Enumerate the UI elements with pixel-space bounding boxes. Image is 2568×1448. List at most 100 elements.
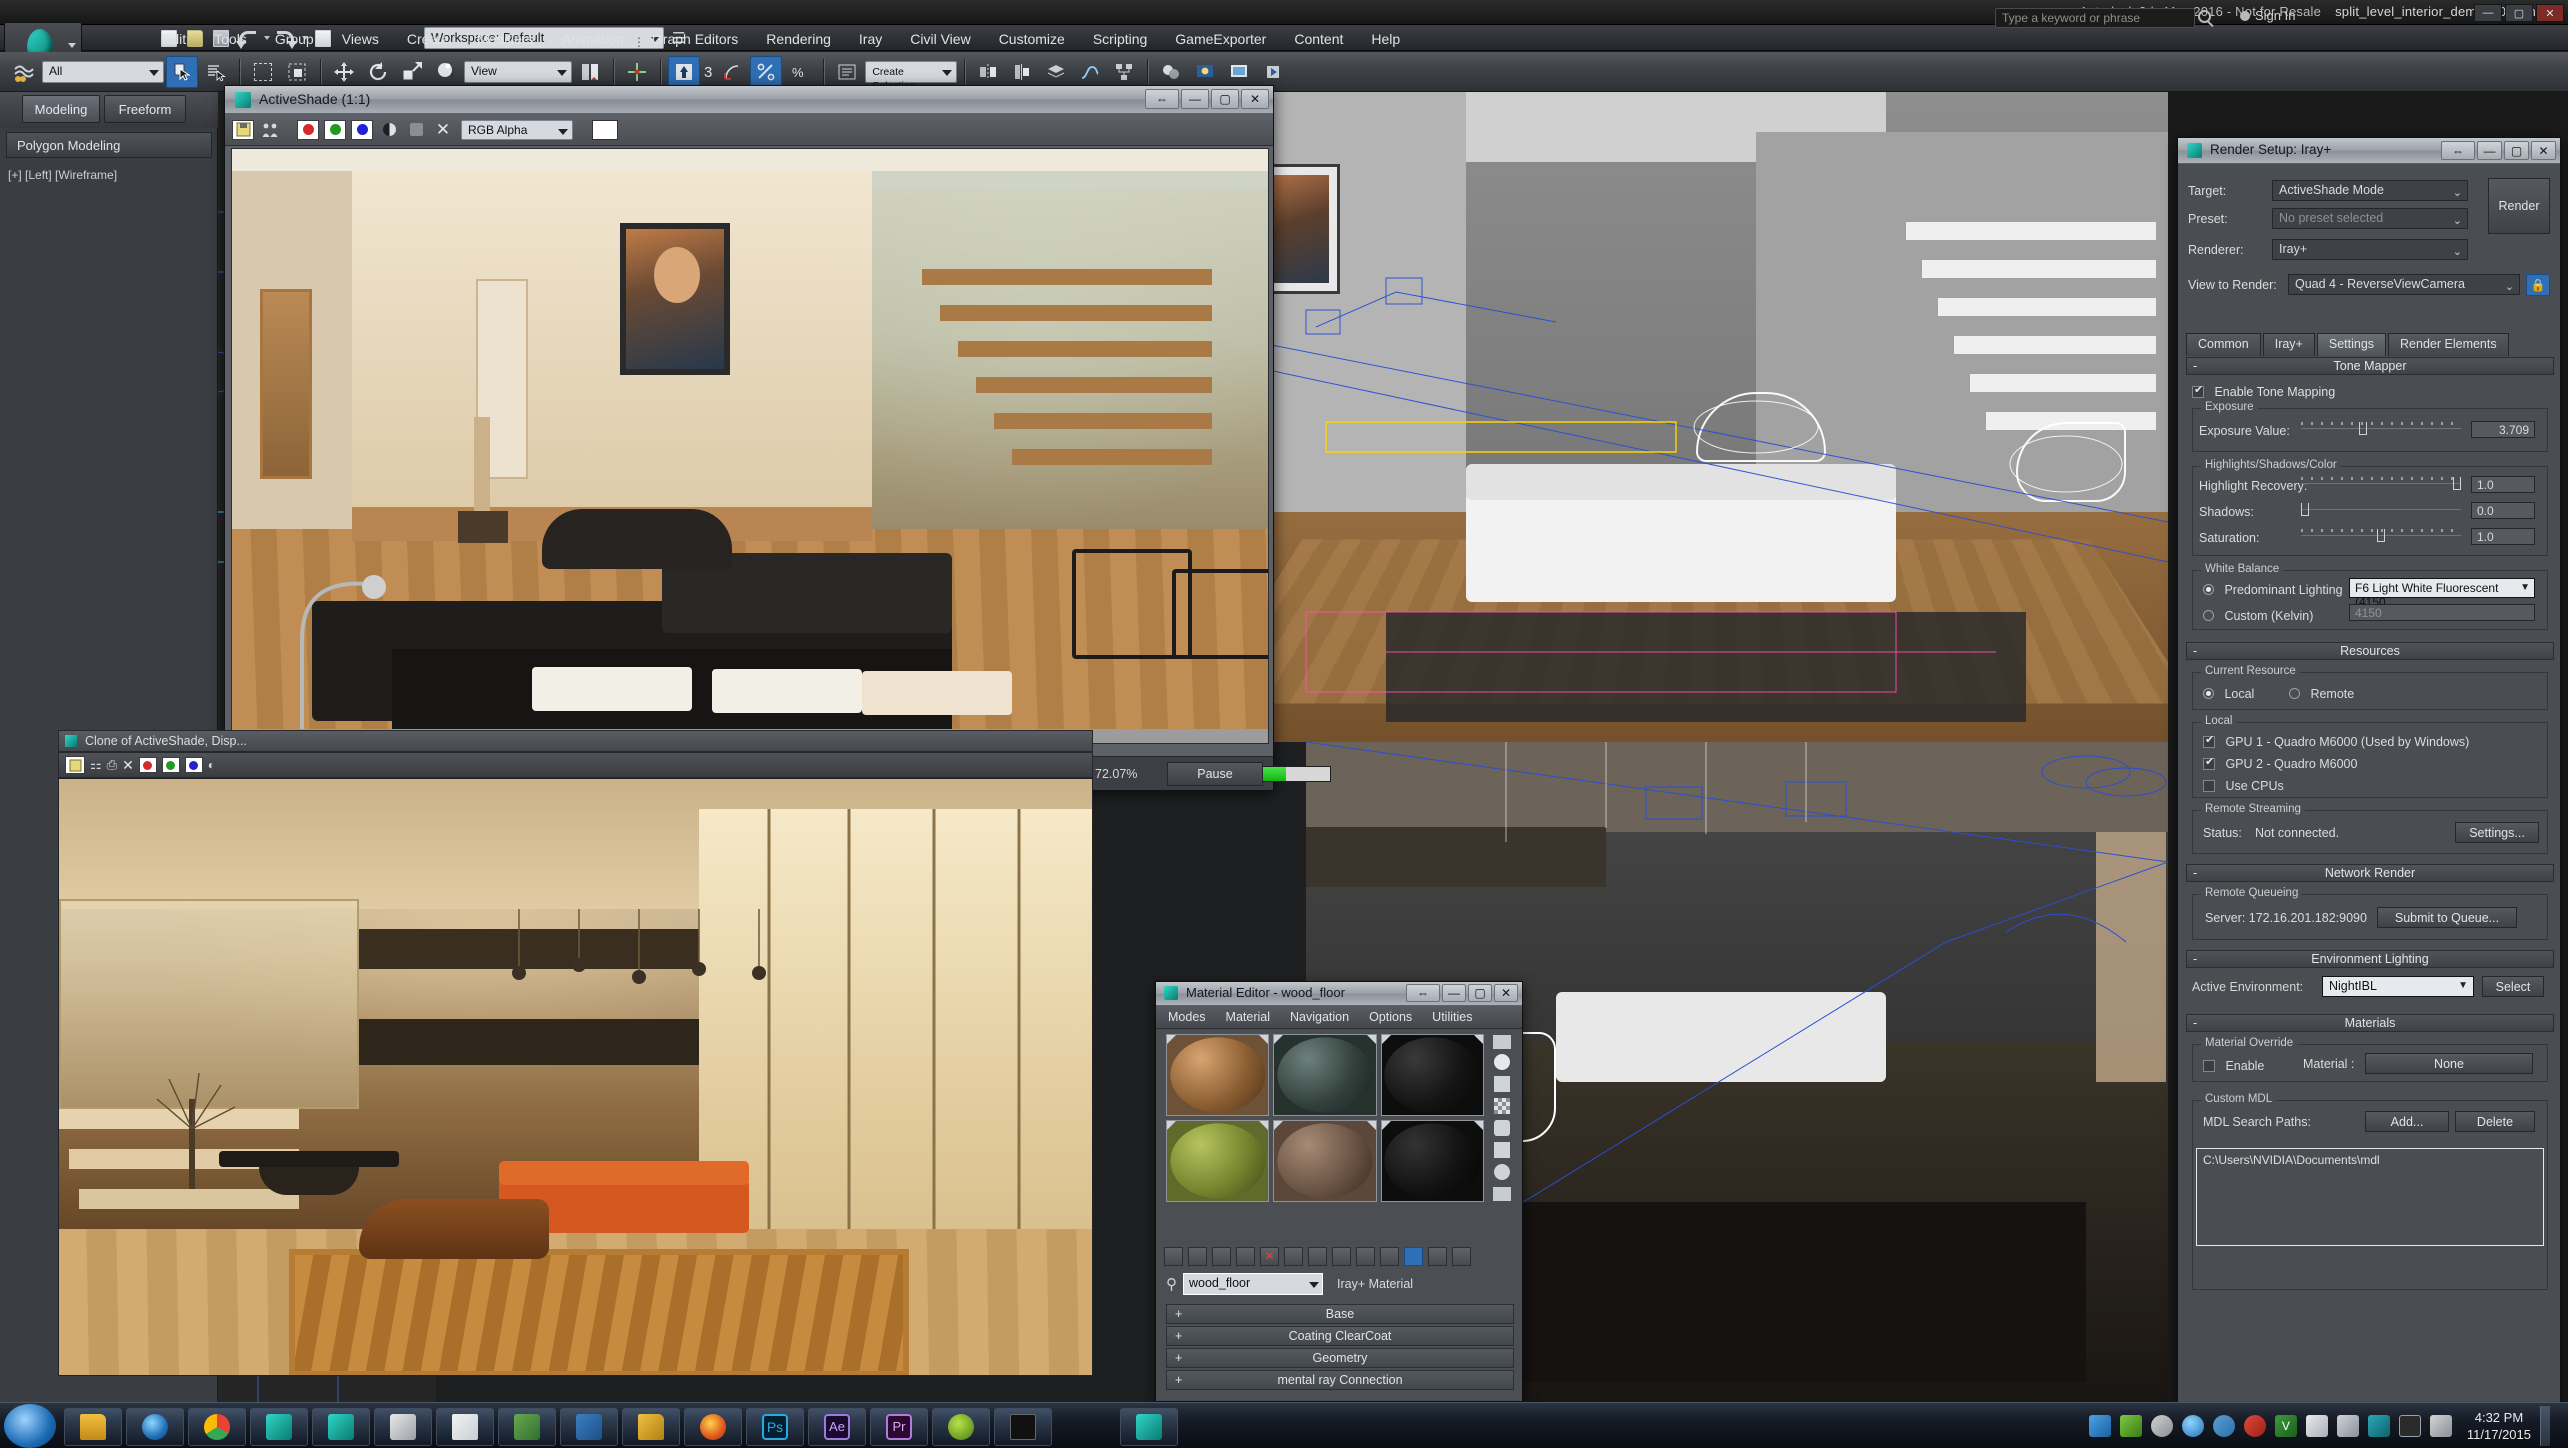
dock-toggle-button[interactable]: ⇔ — [2441, 141, 2475, 160]
schematic-view-icon[interactable] — [1108, 56, 1140, 88]
show-desktop-button[interactable] — [2540, 1406, 2550, 1446]
menu-civil-view[interactable]: Civil View — [896, 28, 984, 50]
close-button[interactable]: ✕ — [1241, 89, 1269, 109]
rollout-geometry[interactable]: + Geometry — [1166, 1348, 1514, 1368]
menu-help[interactable]: Help — [1357, 28, 1414, 50]
material-name-field[interactable]: wood_floor — [1183, 1273, 1323, 1295]
select-and-rotate-icon[interactable] — [362, 56, 394, 88]
taskbar-item-max-active[interactable] — [1120, 1408, 1178, 1446]
menu-iray[interactable]: Iray — [845, 28, 896, 50]
mdl-delete-button[interactable]: Delete — [2455, 1111, 2535, 1132]
material-slot[interactable] — [1380, 1034, 1484, 1116]
make-unique-icon[interactable]: ✕ — [1260, 1246, 1279, 1266]
tray-vnc-icon[interactable]: V — [2274, 1415, 2297, 1437]
minimize-button[interactable]: — — [1181, 89, 1209, 109]
show-map-in-viewport-icon[interactable] — [1332, 1246, 1351, 1266]
menu-animation[interactable]: Animation — [548, 28, 638, 50]
percent-snap-icon[interactable] — [750, 56, 783, 88]
tray-notes-icon[interactable] — [2305, 1415, 2328, 1437]
mdl-add-button[interactable]: Add... — [2365, 1111, 2449, 1132]
taskbar-item-calculator[interactable] — [498, 1408, 556, 1446]
taskbar-item-firefox[interactable] — [684, 1408, 742, 1446]
selection-filter-combo[interactable]: All — [42, 61, 164, 83]
preset-combo[interactable]: No preset selected ⌄ — [2272, 208, 2468, 229]
show-end-result-icon[interactable] — [1356, 1246, 1375, 1266]
options-icon[interactable] — [1452, 1246, 1471, 1266]
blue-channel-toggle[interactable] — [184, 757, 203, 773]
gpu1-checkbox[interactable]: GPU 1 - Quadro M6000 (Used by Windows) — [2203, 733, 2469, 751]
viewport-perspective-shaded[interactable] — [1136, 92, 2168, 742]
override-material-button[interactable]: None — [2365, 1053, 2533, 1074]
monochrome-toggle[interactable] — [378, 120, 400, 140]
red-channel-toggle[interactable] — [138, 757, 157, 773]
select-by-name-icon[interactable] — [200, 56, 232, 88]
tray-link-icon[interactable] — [2212, 1415, 2235, 1437]
predominant-lighting-radio[interactable]: Predominant Lighting — [2203, 581, 2343, 599]
render-button[interactable]: Render — [2488, 178, 2550, 234]
channel-display-combo[interactable]: RGB Alpha — [461, 119, 573, 140]
taskbar-item-max-instance-2[interactable] — [312, 1408, 370, 1446]
lock-view-icon[interactable]: 🔒 — [2526, 274, 2550, 296]
tray-display-icon[interactable] — [2398, 1415, 2421, 1437]
mdl-search-paths-list[interactable]: C:\Users\NVIDIA\Documents\mdl — [2196, 1148, 2544, 1246]
menu-modifiers[interactable]: Modifiers — [463, 28, 548, 50]
submit-to-queue-button[interactable]: Submit to Queue... — [2377, 907, 2517, 928]
tray-network-icon[interactable] — [2088, 1415, 2111, 1437]
make-material-copy-icon[interactable] — [1236, 1246, 1255, 1266]
taskbar-item-3dsmax[interactable] — [250, 1408, 308, 1446]
alpha-channel-toggle[interactable] — [405, 120, 427, 140]
sample-uv-tiling-icon[interactable] — [1494, 1120, 1510, 1136]
eyedropper-icon[interactable]: ⚲ — [1166, 1275, 1177, 1293]
search-input[interactable]: Type a keyword or phrase — [1995, 8, 2195, 28]
menu-navigation[interactable]: Navigation — [1290, 1010, 1349, 1024]
tray-teamviewer-icon[interactable] — [2181, 1415, 2204, 1437]
select-and-move-icon[interactable] — [328, 56, 360, 88]
taskbar-clock[interactable]: 4:32 PM 11/17/2015 — [2467, 1409, 2531, 1443]
material-editor-title-bar[interactable]: Material Editor - wood_floor ⇔ — ▢ ✕ — [1156, 982, 1522, 1006]
menu-material[interactable]: Material — [1226, 1010, 1270, 1024]
polygon-modeling-rollout[interactable]: Polygon Modeling — [6, 132, 212, 158]
reference-coordinate-system-combo[interactable]: View — [464, 61, 572, 83]
menu-edit[interactable]: Edit — [148, 28, 200, 50]
close-button[interactable]: ✕ — [2536, 4, 2564, 22]
menu-customize[interactable]: Customize — [985, 28, 1079, 50]
mirror-icon[interactable] — [972, 56, 1004, 88]
video-color-check-icon[interactable] — [1494, 1142, 1510, 1158]
menu-tools[interactable]: Tools — [200, 28, 261, 50]
green-channel-toggle[interactable] — [324, 119, 346, 140]
save-image-icon[interactable] — [232, 119, 254, 140]
menu-content[interactable]: Content — [1280, 28, 1357, 50]
taskbar-item-explorer[interactable] — [64, 1408, 122, 1446]
view-to-render-combo[interactable]: Quad 4 - ReverseViewCamera ⌄ — [2288, 274, 2520, 295]
viewport-label-left[interactable]: [+] [Left] [Wireframe] — [8, 168, 117, 182]
taskbar-item-media-player[interactable] — [126, 1408, 184, 1446]
renderer-combo[interactable]: Iray+ ⌄ — [2272, 239, 2468, 260]
print-icon[interactable]: ⎙ — [107, 757, 117, 773]
render-setup-title-bar[interactable]: Render Setup: Iray+ ⇔ — ▢ ✕ — [2178, 138, 2560, 164]
sample-type-icon[interactable] — [1494, 1054, 1510, 1070]
background-icon[interactable] — [1494, 1098, 1510, 1114]
scroll-down-button[interactable] — [1492, 1186, 1512, 1202]
menu-modes[interactable]: Modes — [1168, 1010, 1206, 1024]
get-material-icon[interactable] — [1164, 1246, 1183, 1266]
minimize-button[interactable]: — — [1442, 984, 1466, 1002]
rendered-frame-window-icon[interactable] — [1223, 56, 1255, 88]
shadows-field[interactable]: 0.0 — [2471, 502, 2535, 519]
start-button[interactable] — [4, 1404, 56, 1448]
tray-nvidia-icon[interactable] — [2119, 1415, 2142, 1437]
scroll-up-button[interactable] — [1492, 1034, 1512, 1050]
select-object-icon[interactable] — [166, 56, 198, 88]
tab-common[interactable]: Common — [2186, 333, 2261, 356]
use-cpus-checkbox[interactable]: Use CPUs — [2203, 777, 2284, 795]
material-slot[interactable] — [1273, 1034, 1377, 1116]
dock-toggle-button[interactable]: ⇔ — [1406, 984, 1440, 1002]
material-slot[interactable] — [1166, 1034, 1270, 1116]
material-override-enable-checkbox[interactable]: Enable — [2203, 1057, 2264, 1075]
select-and-manipulate-icon[interactable] — [621, 56, 653, 88]
rollout-coating-clearcoat[interactable]: + Coating ClearCoat — [1166, 1326, 1514, 1346]
highlight-recovery-field[interactable]: 1.0 — [2471, 476, 2535, 493]
material-slot[interactable] — [1273, 1120, 1377, 1202]
custom-kelvin-radio[interactable]: Custom (Kelvin) — [2203, 607, 2313, 625]
activeshade-render-image[interactable] — [231, 148, 1269, 744]
enable-tone-mapping-checkbox[interactable]: Enable Tone Mapping — [2192, 383, 2335, 401]
